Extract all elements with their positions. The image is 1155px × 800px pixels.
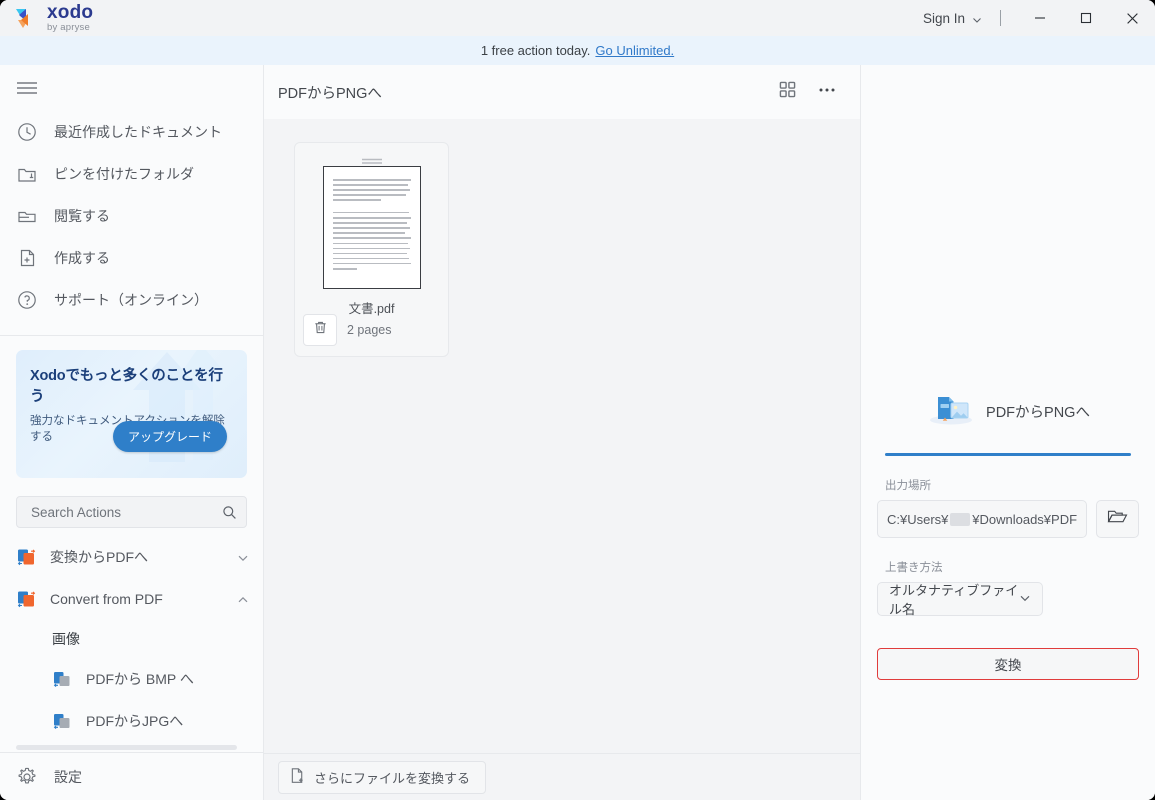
output-location-label: 出力場所 [885, 480, 931, 492]
logo-tagline: by apryse [47, 22, 90, 34]
maximize-button[interactable] [1063, 0, 1109, 36]
sidebar-item-recent-documents[interactable]: 最近作成したドキュメント [0, 111, 263, 153]
pdf-thumbnail [322, 166, 421, 289]
search-input[interactable] [29, 503, 222, 521]
question-circle-icon [16, 289, 38, 311]
convert-pdf-icon [16, 589, 36, 609]
output-path-prefix: C:¥Users¥ [887, 511, 949, 527]
hamburger-icon [16, 81, 38, 95]
sidebar-item-label: サポート（オンライン） [54, 292, 208, 308]
pdf-to-image-icon [52, 711, 72, 731]
page-title: PDFからPNGへ [278, 85, 382, 102]
promo-title: Xodoでもっと多くのことを行う [30, 368, 223, 405]
overwrite-method-label: 上書き方法 [885, 562, 943, 574]
file-card[interactable]: 文書.pdf 2 pages [294, 142, 449, 357]
panel-spacer [877, 65, 1139, 380]
actions-list: 変換からPDFへ Convert from PDF 画像 PDFから BMP へ… [0, 528, 263, 752]
sign-in-button[interactable]: Sign In [913, 6, 992, 31]
conversion-settings-panel: PDFからPNGへ 出力場所 C:¥Users¥ ¥Downloads¥PDF [860, 65, 1155, 800]
redacted-username [950, 512, 971, 526]
trash-icon [313, 320, 328, 340]
main-header: PDFからPNGへ [264, 65, 860, 119]
sidebar-item-label: 最近作成したドキュメント [54, 124, 222, 140]
action-subgroup-heading: 画像 [52, 631, 80, 647]
drag-handle-icon[interactable] [360, 152, 384, 164]
sidebar-item-settings[interactable]: 設定 [0, 752, 263, 800]
free-action-banner: 1 free action today. Go Unlimited. [0, 36, 1155, 65]
gear-icon [16, 766, 38, 788]
page-count: 2 pages [347, 323, 392, 337]
main-footer: さらにファイルを変換する [264, 753, 860, 800]
file-canvas: 文書.pdf 2 pages [264, 119, 860, 753]
sidebar-divider [0, 335, 263, 336]
clock-icon [16, 121, 38, 143]
pdf-to-image-icon [52, 669, 72, 689]
convert-pdf-icon [16, 547, 36, 567]
sidebar-item-label: ピンを付けたフォルダ [54, 166, 194, 182]
overwrite-method-select[interactable]: オルタナティブファイル名 [877, 582, 1043, 617]
folder-icon [16, 205, 38, 227]
minimize-button[interactable] [1017, 0, 1063, 36]
action-group-label: Convert from PDF [50, 591, 163, 607]
action-item-pdf-to-jpg[interactable]: PDFからJPGへ [0, 700, 263, 742]
upgrade-button[interactable]: アップグレード [112, 421, 227, 452]
convert-more-files-button[interactable]: さらにファイルを変換する [278, 760, 487, 794]
file-plus-icon [16, 247, 38, 269]
browse-folder-button[interactable] [1096, 500, 1139, 538]
free-action-text: 1 free action today. [480, 43, 591, 58]
convert-more-files-label: さらにファイルを変換する [314, 770, 471, 786]
sign-in-label: Sign In [922, 10, 965, 26]
action-item-pdf-to-bmp[interactable]: PDFから BMP へ [0, 658, 263, 700]
sidebar-horizontal-scrollbar[interactable] [16, 745, 237, 750]
sidebar-item-label: 作成する [54, 250, 110, 266]
sidebar-toggle-button[interactable] [0, 65, 263, 109]
chevron-down-icon [1019, 592, 1031, 607]
go-unlimited-link[interactable]: Go Unlimited. [595, 43, 674, 58]
sidebar-item-browse[interactable]: 閲覧する [0, 195, 263, 237]
sidebar-nav: 最近作成したドキュメント ピンを付けたフォルダ 閲覧する 作成する サポート（オ… [0, 109, 263, 331]
sidebar-item-create[interactable]: 作成する [0, 237, 263, 279]
add-file-icon [290, 767, 305, 787]
sidebar-item-pinned-folders[interactable]: ピンを付けたフォルダ [0, 153, 263, 195]
more-options-button[interactable] [812, 77, 842, 107]
action-item-label: PDFからJPGへ [86, 713, 184, 729]
panel-accent-rule [885, 453, 1131, 456]
chevron-down-icon[interactable] [237, 551, 249, 563]
overwrite-method-value: オルタナティブファイル名 [889, 583, 1019, 617]
search-actions-field[interactable] [16, 496, 247, 528]
settings-label: 設定 [54, 768, 82, 785]
app-logo: xodo by apryse [0, 3, 93, 33]
output-path-suffix: ¥Downloads¥PDF [972, 511, 1078, 527]
sidebar: 最近作成したドキュメント ピンを付けたフォルダ 閲覧する 作成する サポート（オ… [0, 65, 264, 800]
open-folder-icon [1107, 508, 1128, 530]
action-group-convert-to-pdf[interactable]: 変換からPDFへ [0, 536, 263, 578]
xodo-logo-icon [14, 6, 40, 30]
grid-view-icon [779, 81, 796, 103]
panel-header: PDFからPNGへ [877, 380, 1139, 431]
upgrade-promo-card[interactable]: Xodoでもっと多くのことを行う 強力なドキュメントアクションを解除する アップ… [16, 350, 247, 478]
pinned-folder-icon [16, 163, 38, 185]
logo-wordmark: xodo [47, 2, 94, 24]
search-icon[interactable] [222, 505, 237, 520]
close-button[interactable] [1109, 0, 1155, 36]
main-content: PDFからPNGへ 文書.pdf 2 pages さらにファイルを変換する [264, 65, 860, 800]
action-group-label: 変換からPDFへ [50, 549, 148, 565]
action-group-convert-from-pdf[interactable]: Convert from PDF [0, 578, 263, 620]
delete-file-button[interactable] [303, 314, 337, 346]
grid-view-button[interactable] [772, 77, 802, 107]
chevron-down-icon [972, 13, 982, 23]
sidebar-item-support[interactable]: サポート（オンライン） [0, 279, 263, 321]
action-item-label: PDFから BMP へ [86, 671, 194, 687]
panel-title: PDFからPNGへ [986, 405, 1090, 421]
output-path-input[interactable]: C:¥Users¥ ¥Downloads¥PDF [877, 500, 1088, 538]
convert-button[interactable]: 変換 [877, 648, 1139, 680]
chevron-up-icon[interactable] [237, 593, 249, 605]
xodo-app-window: xodo by apryse Sign In 1 free action tod… [0, 0, 1155, 800]
more-options-icon [817, 80, 837, 105]
sidebar-item-label: 閲覧する [54, 208, 110, 224]
title-bar: xodo by apryse Sign In [0, 0, 1155, 36]
titlebar-divider [1000, 10, 1001, 26]
pdf-to-png-illustration [926, 392, 976, 431]
